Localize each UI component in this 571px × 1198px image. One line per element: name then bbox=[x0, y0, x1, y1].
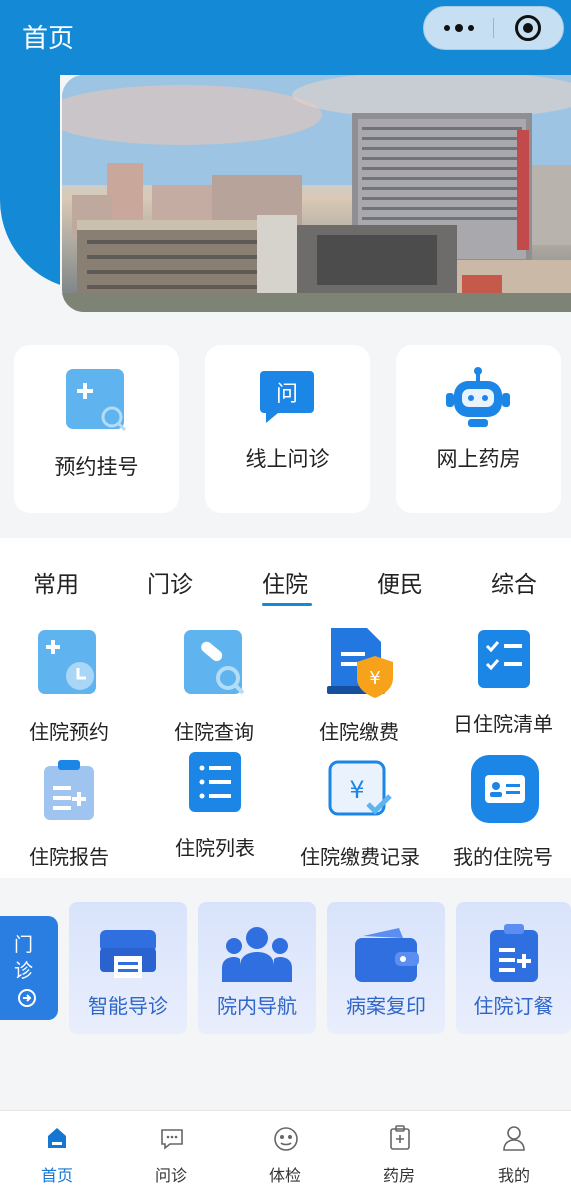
wallet-icon bbox=[355, 928, 419, 982]
quick-entry-pharmacy[interactable]: 网上药房 bbox=[396, 345, 561, 513]
tab-general[interactable]: 综合 bbox=[491, 565, 537, 599]
printer-icon bbox=[100, 930, 156, 978]
clipboard-plus-icon bbox=[490, 924, 538, 982]
nav-item-home[interactable]: 首页 bbox=[0, 1110, 114, 1198]
quick-entry-register[interactable]: 预约挂号 bbox=[14, 345, 179, 513]
user-icon bbox=[503, 1126, 525, 1151]
pharmacy-icon bbox=[390, 1125, 410, 1150]
quick-entry-label: 网上药房 bbox=[436, 447, 521, 471]
grid-label: 住院缴费 bbox=[319, 720, 399, 744]
nav-label: 我的 bbox=[497, 1166, 530, 1185]
grid-label: 日住院清单 bbox=[453, 712, 553, 736]
target-circle-icon[interactable] bbox=[494, 15, 563, 41]
nav-label: 体检 bbox=[268, 1166, 301, 1185]
service-record-copy[interactable]: 病案复印 bbox=[327, 902, 445, 1034]
register-plus-icon bbox=[66, 369, 127, 432]
service-label: 病案复印 bbox=[346, 994, 426, 1018]
service-smart-guide[interactable]: 智能导诊 bbox=[69, 902, 187, 1034]
tab-inpatient[interactable]: 住院 bbox=[262, 565, 308, 599]
tab-outpatient[interactable]: 门诊 bbox=[147, 565, 193, 599]
mini-program-capsule bbox=[423, 6, 564, 50]
clipboard-report-icon bbox=[44, 760, 94, 820]
nav-item-checkup[interactable]: 体检 bbox=[228, 1110, 342, 1198]
grid-label: 住院缴费记录 bbox=[300, 845, 420, 869]
outpatient-tag[interactable]: 门 诊 bbox=[0, 916, 58, 1020]
robot-icon bbox=[446, 367, 510, 427]
people-icon bbox=[222, 927, 292, 982]
checklist-icon bbox=[478, 630, 530, 688]
payment-doc-icon: ¥ bbox=[327, 628, 393, 698]
tab-common[interactable]: 常用 bbox=[33, 565, 79, 599]
grid-label: 我的住院号 bbox=[453, 845, 553, 869]
svg-text:¥: ¥ bbox=[349, 776, 364, 804]
appointment-clock-icon bbox=[38, 630, 96, 694]
nav-label: 问诊 bbox=[154, 1166, 187, 1185]
id-card-icon bbox=[471, 755, 539, 823]
service-label: 院内导航 bbox=[217, 994, 297, 1018]
active-tab-indicator bbox=[262, 603, 312, 606]
grid-label: 住院列表 bbox=[175, 836, 255, 860]
svg-text:¥: ¥ bbox=[369, 668, 380, 689]
tab-convenience[interactable]: 便民 bbox=[377, 565, 423, 599]
nav-label: 药房 bbox=[382, 1166, 415, 1185]
checkup-icon bbox=[274, 1127, 298, 1151]
tag-char: 诊 bbox=[14, 960, 34, 982]
grid-label: 住院查询 bbox=[174, 720, 254, 744]
hospital-photo bbox=[62, 75, 571, 312]
grid-label: 住院报告 bbox=[29, 845, 109, 869]
quick-entry-label: 线上问诊 bbox=[245, 447, 330, 471]
service-navigation[interactable]: 院内导航 bbox=[198, 902, 316, 1034]
more-dots-icon[interactable] bbox=[424, 24, 493, 32]
tag-char: 门 bbox=[14, 934, 34, 956]
quick-entry-label: 预约挂号 bbox=[54, 455, 139, 479]
service-label: 住院订餐 bbox=[473, 994, 554, 1018]
search-pill-icon bbox=[184, 630, 245, 695]
svg-text:问: 问 bbox=[276, 382, 298, 407]
list-icon bbox=[189, 752, 241, 812]
nav-label: 首页 bbox=[40, 1166, 73, 1185]
nav-item-mine[interactable]: 我的 bbox=[457, 1110, 571, 1198]
arrow-right-circle-icon bbox=[18, 989, 36, 1007]
grid-label: 住院预约 bbox=[29, 720, 109, 744]
service-label: 智能导诊 bbox=[88, 994, 168, 1018]
hospital-banner[interactable] bbox=[62, 75, 571, 312]
service-meal-order[interactable]: 住院订餐 bbox=[456, 902, 571, 1034]
chat-icon bbox=[161, 1129, 183, 1150]
home-icon bbox=[48, 1128, 66, 1148]
consult-chat-icon: 问 bbox=[260, 371, 314, 423]
page-title: 首页 bbox=[22, 24, 75, 54]
nav-item-consult[interactable]: 问诊 bbox=[114, 1110, 228, 1198]
quick-entry-consult[interactable]: 问 线上问诊 bbox=[205, 345, 370, 513]
yuan-check-icon: ¥ bbox=[328, 760, 392, 816]
nav-item-pharmacy[interactable]: 药房 bbox=[342, 1110, 456, 1198]
